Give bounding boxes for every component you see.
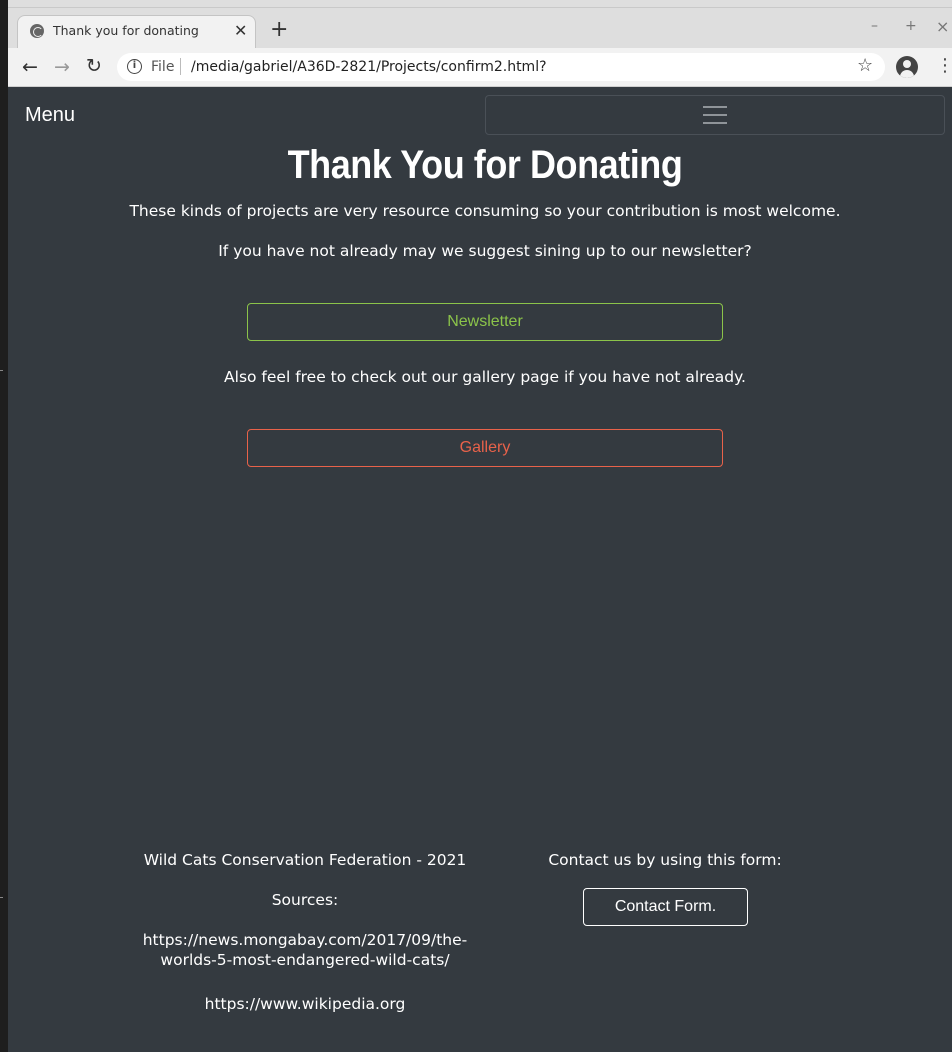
- scheme-label: File: [151, 59, 175, 75]
- sources-label: Sources:: [271, 891, 339, 909]
- source-link-wikipedia[interactable]: https://www.wikipedia.org: [105, 995, 505, 1013]
- desktop-edge-mark: [0, 897, 3, 898]
- intro-paragraph: These kinds of projects are very resourc…: [129, 202, 841, 220]
- navbar-toggler-button[interactable]: [485, 95, 945, 135]
- forward-arrow-icon[interactable]: →: [54, 56, 70, 78]
- contact-form-button[interactable]: Contact Form.: [583, 888, 748, 926]
- back-arrow-icon[interactable]: ←: [22, 56, 38, 78]
- globe-icon: [30, 24, 44, 38]
- minimize-button[interactable]: –: [871, 18, 878, 34]
- window-close-button[interactable]: ×: [936, 17, 949, 36]
- desktop-edge-mark: [0, 370, 3, 371]
- source-link-line: worlds-5-most-endangered-wild-cats/: [160, 951, 450, 969]
- bookmark-star-icon[interactable]: ☆: [857, 55, 873, 76]
- reload-icon[interactable]: ↻: [86, 55, 102, 77]
- gallery-suggestion: Also feel free to check out our gallery …: [224, 368, 746, 386]
- gallery-button[interactable]: Gallery: [247, 429, 723, 467]
- more-menu-icon[interactable]: ⋮: [936, 56, 952, 76]
- footer-org: Wild Cats Conservation Federation - 2021: [143, 851, 467, 869]
- address-separator: [180, 58, 181, 75]
- desktop-edge: [0, 0, 8, 1052]
- info-icon[interactable]: i: [127, 59, 142, 74]
- close-tab-icon[interactable]: ✕: [234, 21, 247, 41]
- contact-text: Contact us by using this form:: [548, 851, 782, 869]
- url-text[interactable]: /media/gabriel/A36D-2821/Projects/confir…: [191, 59, 547, 75]
- titlebar-divider: [8, 7, 952, 8]
- page-title: Thank You for Donating: [287, 143, 683, 187]
- newsletter-suggestion: If you have not already may we suggest s…: [218, 242, 752, 260]
- page-body: Menu Thank You for Donating These kinds …: [8, 87, 952, 1052]
- source-link-mongabay[interactable]: https://news.mongabay.com/2017/09/the- w…: [105, 931, 505, 969]
- hamburger-icon: [703, 105, 727, 125]
- profile-avatar-icon[interactable]: [896, 56, 918, 78]
- maximize-button[interactable]: +: [905, 18, 917, 34]
- new-tab-button[interactable]: +: [270, 19, 288, 41]
- source-link-line: https://news.mongabay.com/2017/09/the-: [142, 931, 468, 949]
- tab-title: Thank you for donating: [53, 23, 199, 38]
- navbar-brand[interactable]: Menu: [25, 104, 75, 127]
- newsletter-button[interactable]: Newsletter: [247, 303, 723, 341]
